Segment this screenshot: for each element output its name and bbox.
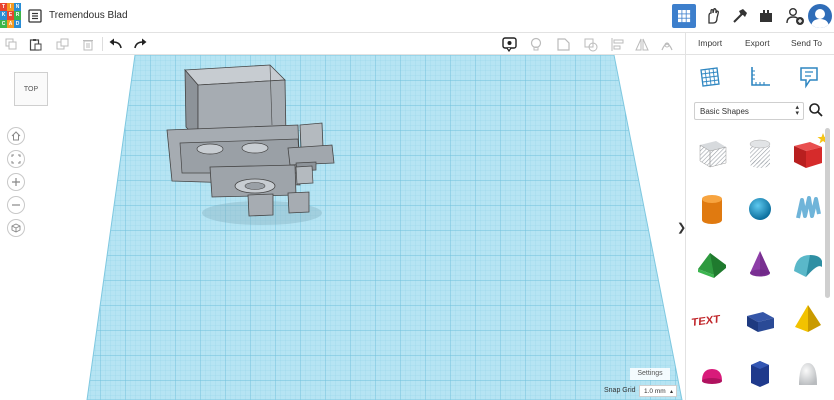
perspective-toggle-button[interactable]: [7, 219, 25, 237]
3d-design-view-icon[interactable]: [672, 4, 696, 28]
view-cube[interactable]: TOP: [14, 72, 48, 106]
notes-icon[interactable]: [797, 65, 821, 89]
workplane-grid-icon[interactable]: [698, 65, 722, 89]
logo-letter: I: [7, 3, 14, 12]
redo-icon[interactable]: [133, 36, 149, 52]
tinkercad-app: T I N K E R C A D Tremendous Blad TOP Se…: [0, 0, 834, 400]
logo-letter: R: [14, 11, 21, 20]
plus-icon: [12, 178, 20, 186]
logo-letter: A: [7, 19, 14, 28]
design-menu-icon[interactable]: [28, 9, 42, 23]
panel-scrollbar[interactable]: [825, 128, 830, 298]
paste-icon[interactable]: [27, 36, 43, 52]
pyramid-shape[interactable]: [786, 296, 830, 340]
export-button[interactable]: Export: [745, 38, 770, 48]
add-user-icon[interactable]: [783, 4, 807, 28]
align-icon[interactable]: [609, 36, 625, 52]
half-sphere-shape[interactable]: [690, 351, 734, 395]
shape-library: TEXT: [686, 128, 829, 400]
select-arrows-icon: ▴ ▾: [795, 104, 799, 117]
fit-view-button[interactable]: [7, 150, 25, 168]
round-roof-shape[interactable]: [786, 241, 830, 285]
tinkercad-logo[interactable]: T I N K E R C A D: [0, 3, 21, 28]
search-shapes-button[interactable]: [808, 102, 828, 120]
cylinder-shape[interactable]: [690, 186, 734, 230]
shape-category-select[interactable]: Basic Shapes ▴ ▾: [694, 102, 804, 120]
polygon-shape[interactable]: [738, 351, 782, 395]
bricks-view-icon[interactable]: [728, 4, 752, 28]
logo-letter: N: [14, 3, 21, 12]
cone-shape[interactable]: [738, 241, 782, 285]
group-icon[interactable]: [555, 36, 571, 52]
text-shape[interactable]: TEXT: [690, 296, 734, 340]
cruise-icon[interactable]: [659, 36, 675, 52]
blocks-view-icon[interactable]: [701, 4, 725, 28]
cube-icon: [11, 223, 21, 233]
send-to-button[interactable]: Send To: [791, 38, 822, 48]
home-view-button[interactable]: [7, 127, 25, 145]
shapes-panel: Import Export Send To Basic Shapes ▴ ▾ T…: [685, 33, 834, 400]
logo-letter: T: [0, 3, 7, 12]
delete-icon[interactable]: [80, 36, 96, 52]
collapse-panel-icon[interactable]: ❯: [677, 221, 686, 237]
ungroup-icon[interactable]: [582, 36, 598, 52]
top-bar: T I N K E R C A D Tremendous Blad: [0, 0, 834, 33]
svg-text:TEXT: TEXT: [691, 313, 720, 329]
wedge-shape[interactable]: [738, 296, 782, 340]
edit-toolbar: [0, 33, 685, 55]
minus-icon: [12, 204, 20, 206]
shape-category-value: Basic Shapes: [700, 107, 749, 116]
cylinder-hole-shape[interactable]: [738, 131, 782, 175]
snap-grid-select[interactable]: 1.0 mm ▴: [639, 385, 677, 397]
logo-letter: K: [0, 11, 7, 20]
home-icon: [11, 131, 21, 141]
logo-letter: C: [0, 19, 7, 28]
duplicate-icon[interactable]: [54, 36, 70, 52]
snap-grid-label: Snap Grid: [604, 387, 636, 394]
workplane-grid[interactable]: [0, 55, 685, 400]
workplane-viewport[interactable]: TOP Settings Snap Grid 1.0 mm ▴: [0, 55, 685, 400]
sphere-shape[interactable]: [738, 186, 782, 230]
box-hole-shape[interactable]: [690, 131, 734, 175]
sim-lab-icon[interactable]: [754, 4, 778, 28]
mirror-icon[interactable]: [634, 36, 650, 52]
box-shape[interactable]: [786, 131, 830, 175]
snap-grid-value: 1.0 mm: [644, 388, 666, 395]
file-actions: Import Export Send To: [686, 33, 834, 55]
view-cube-label: TOP: [23, 85, 39, 93]
logo-letter: E: [7, 11, 14, 20]
zoom-out-button[interactable]: [7, 196, 25, 214]
settings-button[interactable]: Settings: [630, 368, 670, 380]
light-bulb-icon[interactable]: [528, 36, 544, 52]
note-icon[interactable]: [501, 36, 517, 52]
undo-icon[interactable]: [107, 36, 123, 52]
ruler-icon[interactable]: [748, 65, 772, 89]
chevron-down-icon: ▴: [669, 389, 673, 395]
toolbar-divider: [102, 37, 103, 51]
avatar[interactable]: [808, 4, 832, 28]
copy-icon[interactable]: [3, 36, 19, 52]
paraboloid-shape[interactable]: [786, 351, 830, 395]
zoom-in-button[interactable]: [7, 173, 25, 191]
search-icon: [809, 103, 823, 117]
design-title[interactable]: Tremendous Blad: [49, 10, 128, 21]
fit-icon: [11, 154, 21, 164]
logo-letter: D: [14, 19, 21, 28]
scribble-shape[interactable]: [786, 186, 830, 230]
import-button[interactable]: Import: [698, 38, 722, 48]
roof-shape[interactable]: [690, 241, 734, 285]
